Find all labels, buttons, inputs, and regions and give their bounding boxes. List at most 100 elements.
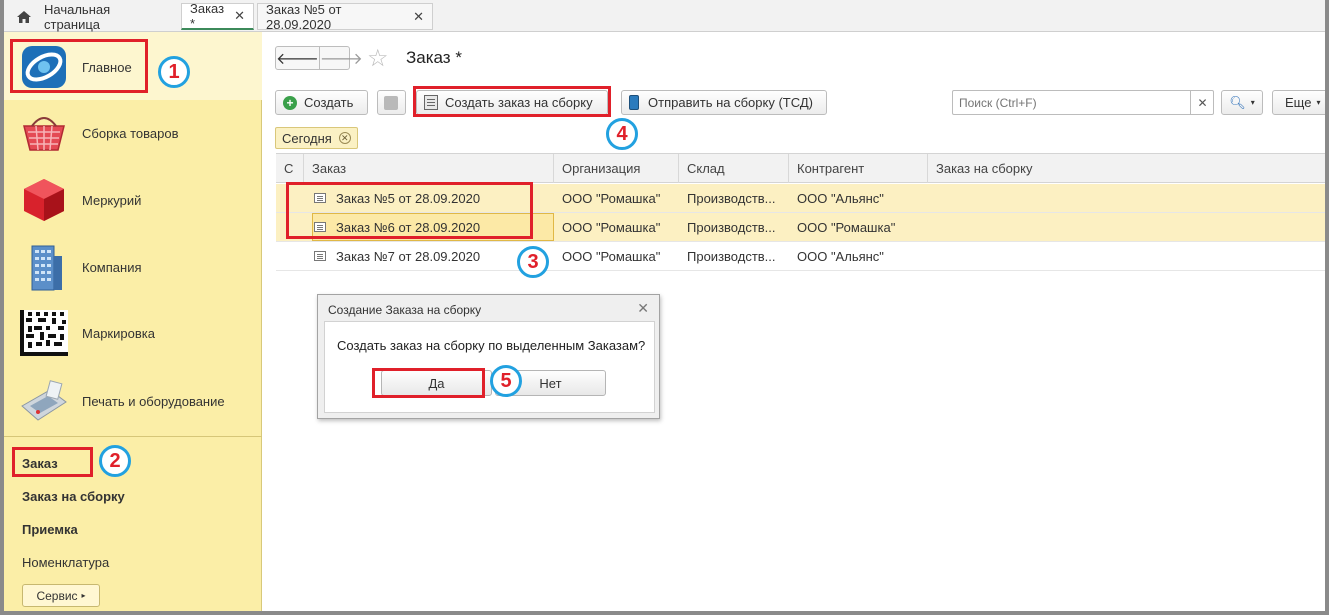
column-header-organization[interactable]: Организация	[554, 154, 679, 183]
dialog-message: Создать заказ на сборку по выделенным За…	[337, 338, 646, 353]
sidebar: Главное Сборка товаров Меркурий Компания…	[4, 32, 262, 615]
sidebar-link-assembly-order[interactable]: Заказ на сборку	[22, 489, 125, 504]
filter-chip-label: Сегодня	[282, 130, 332, 146]
yes-button-label: Да	[428, 375, 445, 391]
clear-search-icon[interactable]: ✕	[1190, 90, 1214, 115]
home-icon	[16, 10, 32, 24]
copy-icon	[384, 95, 398, 110]
table-row[interactable]: Заказ №5 от 28.09.2020 ООО "Ромашка" Про…	[276, 184, 1325, 213]
sidebar-item-label: Маркировка	[82, 325, 155, 341]
service-button-label: Сервис	[36, 588, 78, 603]
search-icon: 🔍︎	[1229, 94, 1246, 110]
order-cell: Заказ №5 от 28.09.2020	[336, 190, 481, 206]
annotation-marker: 2	[99, 445, 131, 477]
counterparty-cell: ООО "Альянс"	[797, 248, 884, 264]
tab-order-list[interactable]: Заказ * ✕	[181, 1, 254, 31]
organization-cell: ООО "Ромашка"	[562, 190, 661, 206]
tab-order-5-label: Заказ №5 от 28.09.2020	[266, 1, 342, 32]
counterparty-cell: ООО "Ромашка"	[797, 219, 896, 235]
annotation-marker: 1	[158, 56, 190, 88]
remove-filter-icon[interactable]: ✕	[338, 132, 351, 144]
warehouse-cell: Производств...	[687, 248, 776, 264]
yes-button[interactable]: Да	[381, 370, 492, 396]
tab-home[interactable]: Начальная страница	[8, 1, 176, 32]
table-header: С Заказ Организация Склад Контрагент Зак…	[276, 153, 1325, 183]
warehouse-cell: Производств...	[687, 190, 776, 206]
column-header-status[interactable]: С	[276, 154, 304, 183]
copy-button[interactable]	[377, 90, 406, 115]
column-header-counterparty[interactable]: Контрагент	[789, 154, 928, 183]
order-cell: Заказ №6 от 28.09.2020	[336, 219, 481, 235]
tab-order-5[interactable]: Заказ №5 от 28.09.2020 ✕	[257, 1, 433, 32]
more-button-label: Еще	[1285, 95, 1312, 110]
sidebar-item-print-equipment[interactable]: Печать и оборудование	[4, 368, 262, 434]
order-cell: Заказ №7 от 28.09.2020	[336, 248, 481, 264]
dialog-body: Создать заказ на сборку по выделенным За…	[324, 321, 655, 413]
close-icon[interactable]: ✕	[413, 9, 424, 25]
tab-bar: Начальная страница Заказ * ✕ Заказ №5 от…	[0, 0, 1329, 32]
card-terminal-icon	[18, 376, 70, 426]
document-icon	[314, 222, 326, 232]
assembly-order-cell	[928, 184, 1325, 212]
document-icon	[424, 95, 438, 110]
sidebar-link-nomenclature[interactable]: Номенклатура	[22, 555, 109, 570]
plus-icon: +	[283, 95, 297, 110]
basket-icon	[18, 108, 70, 158]
main-logo-icon	[18, 42, 70, 92]
table-row[interactable]: Заказ №7 от 28.09.2020 ООО "Ромашка" Про…	[276, 242, 1325, 271]
annotation-marker: 5	[490, 365, 522, 397]
dialog-title: Создание Заказа на сборку	[328, 303, 482, 317]
warehouse-cell: Производств...	[687, 219, 776, 235]
annotation-marker: 4	[606, 118, 638, 150]
create-assembly-order-button[interactable]: Создать заказ на сборку	[416, 90, 608, 115]
forward-arrow-icon[interactable]: 🡒	[318, 47, 363, 69]
assembly-order-cell	[928, 213, 1325, 241]
nav-buttons: 🡐 🡒	[275, 46, 363, 70]
send-to-tsd-button[interactable]: Отправить на сборку (ТСД)	[621, 90, 827, 115]
sidebar-link-receiving[interactable]: Приемка	[22, 522, 78, 537]
sidebar-item-assembly[interactable]: Сборка товаров	[4, 100, 262, 166]
sidebar-item-label: Меркурий	[82, 192, 142, 208]
sidebar-item-company[interactable]: Компания	[4, 234, 262, 300]
column-header-warehouse[interactable]: Склад	[679, 154, 789, 183]
sidebar-item-main[interactable]: Главное	[4, 34, 262, 100]
sidebar-item-marking[interactable]: Маркировка	[4, 300, 262, 366]
search-input[interactable]	[952, 90, 1214, 115]
search-button[interactable]: 🔍︎ ▾	[1221, 90, 1263, 115]
chevron-down-icon: ▾	[1316, 98, 1321, 107]
building-icon	[18, 242, 70, 292]
organization-cell: ООО "Ромашка"	[562, 219, 661, 235]
datamatrix-icon	[18, 308, 70, 358]
sidebar-item-label: Главное	[82, 59, 132, 75]
no-button-label: Нет	[539, 375, 562, 391]
sidebar-item-label: Компания	[82, 259, 142, 275]
column-header-order[interactable]: Заказ	[304, 154, 554, 183]
assembly-order-cell	[928, 242, 1325, 270]
sidebar-divider	[4, 436, 262, 437]
send-to-tsd-label: Отправить на сборку (ТСД)	[648, 95, 813, 110]
more-button[interactable]: Еще ▾	[1272, 90, 1329, 115]
red-cube-icon	[18, 175, 70, 225]
close-icon[interactable]: ✕	[234, 8, 245, 24]
service-button[interactable]: Сервис ▸	[22, 584, 100, 607]
tab-home-label: Начальная страница	[44, 1, 111, 32]
chevron-down-icon: ▾	[1250, 98, 1255, 107]
annotation-marker: 3	[517, 246, 549, 278]
counterparty-cell: ООО "Альянс"	[797, 190, 884, 206]
back-arrow-icon[interactable]: 🡐	[276, 47, 319, 69]
sidebar-item-mercury[interactable]: Меркурий	[4, 167, 262, 233]
close-icon[interactable]: ✕	[637, 300, 649, 317]
filter-chip-today[interactable]: Сегодня ✕	[275, 127, 358, 149]
column-header-assembly-order[interactable]: Заказ на сборку	[928, 154, 1325, 183]
document-icon	[314, 251, 326, 261]
caret-right-icon: ▸	[81, 591, 86, 600]
create-button[interactable]: + Создать	[275, 90, 368, 115]
favorite-star-icon[interactable]: ☆	[367, 44, 389, 73]
document-icon	[314, 193, 326, 203]
page-title: Заказ *	[406, 48, 462, 67]
handheld-terminal-icon	[629, 95, 639, 110]
table-row[interactable]: Заказ №6 от 28.09.2020 ООО "Ромашка" Про…	[276, 213, 1325, 242]
confirm-dialog: Создание Заказа на сборку ✕ Создать зака…	[317, 294, 660, 419]
sidebar-link-order[interactable]: Заказ	[22, 456, 58, 471]
create-button-label: Создать	[304, 95, 354, 110]
